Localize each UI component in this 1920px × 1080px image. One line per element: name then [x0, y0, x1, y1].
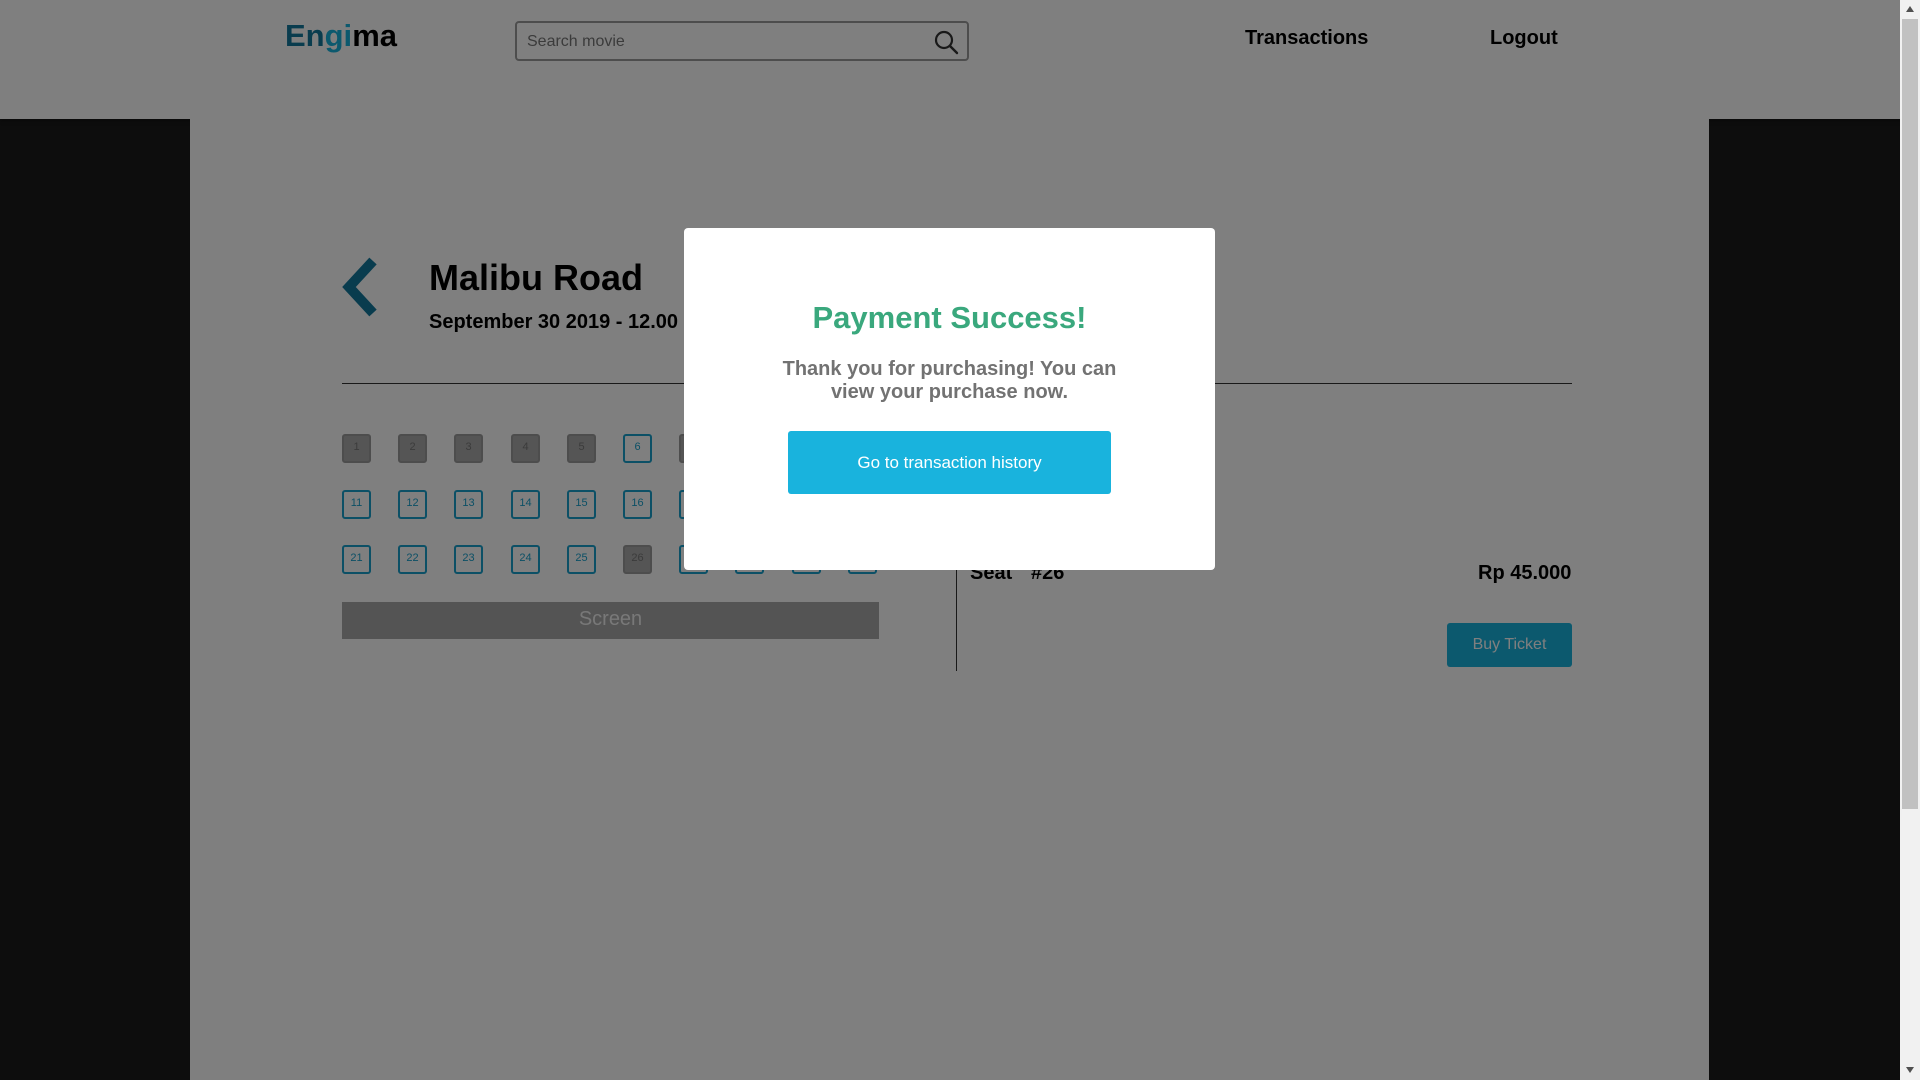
payment-success-modal: Payment Success! Thank you for purchasin…: [684, 228, 1215, 570]
modal-message: Thank you for purchasing! You can view y…: [782, 358, 1117, 403]
transaction-history-button[interactable]: Go to transaction history: [788, 431, 1111, 494]
scroll-up-icon[interactable]: [1905, 5, 1915, 13]
scrollbar-thumb[interactable]: [1902, 19, 1918, 809]
scroll-down-icon[interactable]: [1905, 1066, 1915, 1074]
modal-title: Payment Success!: [812, 300, 1087, 335]
